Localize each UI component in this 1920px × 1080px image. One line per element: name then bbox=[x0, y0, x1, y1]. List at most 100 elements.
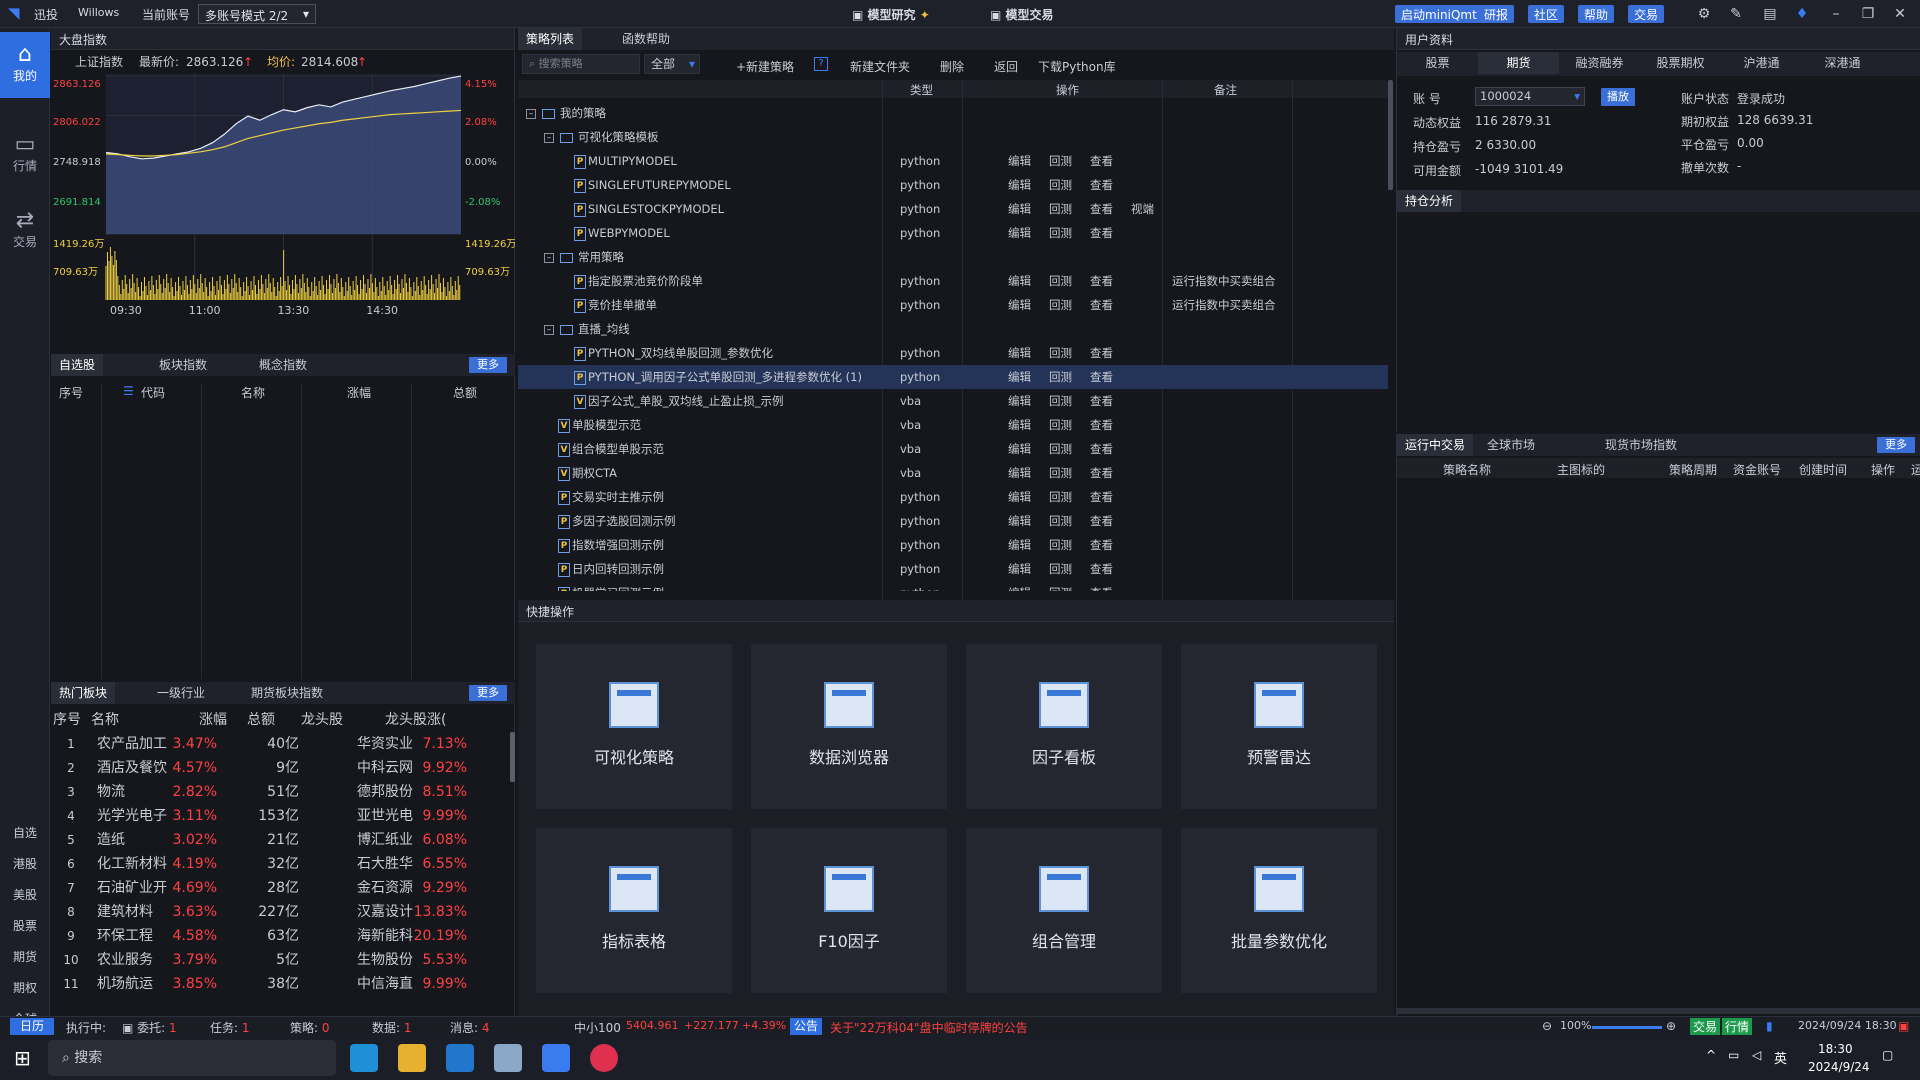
op-link[interactable]: 查看 bbox=[1090, 269, 1113, 293]
op-link[interactable]: 回测 bbox=[1049, 461, 1072, 485]
table-row[interactable]: 7 石油矿业开 4.69% 28亿 金石资源 9.29% bbox=[51, 876, 515, 900]
quick-card[interactable]: 组合管理 bbox=[966, 828, 1162, 993]
trade-button[interactable]: 交易 bbox=[1628, 5, 1665, 23]
data-status[interactable]: 数据: 1 bbox=[372, 1019, 412, 1036]
sidebar-item-trade[interactable]: ⇄ 交易 bbox=[0, 198, 50, 264]
op-link[interactable]: 查看 bbox=[1090, 149, 1113, 173]
account-select[interactable]: 1000024 ▾ bbox=[1475, 87, 1585, 106]
edit-icon[interactable]: ✎ bbox=[1726, 4, 1746, 24]
zoom-slider[interactable] bbox=[1592, 1026, 1662, 1029]
tab-model-research[interactable]: ▣ 模型研究 ✦ bbox=[852, 6, 930, 23]
edge-icon[interactable] bbox=[350, 1044, 378, 1072]
app-icon[interactable] bbox=[494, 1044, 522, 1072]
volume-icon[interactable]: ◁ bbox=[1752, 1048, 1761, 1062]
research-button[interactable]: 研报 bbox=[1478, 5, 1515, 23]
new-strategy-button[interactable]: +新建策略 bbox=[736, 58, 794, 75]
op-link[interactable]: 编辑 bbox=[1008, 197, 1031, 221]
op-link[interactable]: 查看 bbox=[1090, 221, 1113, 245]
file-explorer-icon[interactable] bbox=[398, 1044, 426, 1072]
op-link[interactable]: 查看 bbox=[1090, 293, 1113, 317]
op-link[interactable]: 回测 bbox=[1049, 293, 1072, 317]
calendar-button[interactable]: 日历 bbox=[10, 1018, 55, 1035]
h-scrollbar[interactable] bbox=[1397, 1008, 1920, 1014]
running-more-button[interactable]: 更多 bbox=[1877, 437, 1915, 453]
user-tab[interactable]: 沪港通 bbox=[1721, 52, 1802, 74]
table-row[interactable]: 5 造纸 3.02% 21亿 博汇纸业 6.08% bbox=[51, 828, 515, 852]
op-link[interactable]: 编辑 bbox=[1008, 413, 1031, 437]
strategy-row[interactable]: – 我的策略 bbox=[518, 101, 1388, 125]
op-link[interactable]: 查看 bbox=[1090, 437, 1113, 461]
hot-more-button[interactable]: 更多 bbox=[469, 685, 507, 701]
op-link[interactable]: 回测 bbox=[1049, 149, 1072, 173]
strategy-search-input[interactable]: ⌕ 搜索策略 bbox=[522, 54, 640, 74]
user-name[interactable]: Willows bbox=[78, 6, 119, 19]
quick-card[interactable]: 批量参数优化 bbox=[1181, 828, 1377, 993]
sidebar-hk[interactable]: 港股 bbox=[0, 849, 50, 879]
table-row[interactable]: 4 光学光电子 3.11% 153亿 亚世光电 9.99% bbox=[51, 804, 515, 828]
strategy-row[interactable]: P 指数增强回测示例 python 编辑 回测 查看 bbox=[518, 533, 1388, 557]
op-link[interactable]: 回测 bbox=[1049, 485, 1072, 509]
gear-icon[interactable]: ⚙ bbox=[1694, 4, 1714, 24]
op-link[interactable]: 回测 bbox=[1049, 413, 1072, 437]
windows-start-icon[interactable]: ⊞ bbox=[14, 1046, 31, 1070]
strategy-status[interactable]: 策略: 0 bbox=[290, 1019, 330, 1036]
op-link[interactable]: 编辑 bbox=[1008, 509, 1031, 533]
op-link[interactable]: 回测 bbox=[1049, 341, 1072, 365]
op-link[interactable]: 回测 bbox=[1049, 365, 1072, 389]
op-link[interactable]: 查看 bbox=[1090, 533, 1113, 557]
table-row[interactable]: 8 建筑材料 3.63% 227亿 汉嘉设计 13.83% bbox=[51, 900, 515, 924]
sidebar-us[interactable]: 美股 bbox=[0, 880, 50, 910]
collapse-icon[interactable]: – bbox=[526, 108, 536, 119]
sidebar-item-mine[interactable]: ⌂ 我的 bbox=[0, 32, 50, 98]
op-link[interactable]: 编辑 bbox=[1008, 269, 1031, 293]
op-link[interactable]: 回测 bbox=[1049, 509, 1072, 533]
quick-card[interactable]: 因子看板 bbox=[966, 644, 1162, 809]
op-link[interactable]: 编辑 bbox=[1008, 293, 1031, 317]
op-link[interactable]: 编辑 bbox=[1008, 581, 1031, 591]
op-link[interactable]: 回测 bbox=[1049, 269, 1072, 293]
order-status[interactable]: ▣ 委托: 1 bbox=[122, 1019, 177, 1036]
strategy-row[interactable]: P WEBPYMODEL python 编辑 回测 查看 bbox=[518, 221, 1388, 245]
zoom-in-icon[interactable]: ⊕ bbox=[1666, 1019, 1676, 1033]
close-icon[interactable]: ✕ bbox=[1890, 4, 1910, 24]
help-button[interactable]: 帮助 bbox=[1578, 5, 1615, 23]
sidebar-stock[interactable]: 股票 bbox=[0, 911, 50, 941]
op-link[interactable]: 编辑 bbox=[1008, 221, 1031, 245]
zoom-out-icon[interactable]: ⊖ bbox=[1542, 1019, 1552, 1033]
strategy-row[interactable]: V 期权CTA vba 编辑 回测 查看 bbox=[518, 461, 1388, 485]
notice-text[interactable]: 关于"22万科04"盘中临时停牌的公告 bbox=[830, 1019, 1028, 1036]
bind-button[interactable]: 播放 bbox=[1601, 88, 1635, 106]
op-link[interactable]: 查看 bbox=[1090, 341, 1113, 365]
table-row[interactable]: 3 物流 2.82% 51亿 德邦股份 8.51% bbox=[51, 780, 515, 804]
user-tab[interactable]: 期货 bbox=[1478, 52, 1559, 74]
op-link[interactable]: 编辑 bbox=[1008, 485, 1031, 509]
op-link[interactable]: 回测 bbox=[1049, 221, 1072, 245]
back-button[interactable]: 返回 bbox=[994, 58, 1018, 75]
shirt-icon[interactable]: ♦ bbox=[1792, 4, 1812, 24]
table-row[interactable]: 9 环保工程 4.58% 63亿 海新能科 20.19% bbox=[51, 924, 515, 948]
strategy-row[interactable]: P 交易实时主推示例 python 编辑 回测 查看 bbox=[518, 485, 1388, 509]
collapse-icon[interactable]: – bbox=[544, 252, 554, 263]
strategy-row[interactable]: P SINGLESTOCKPYMODEL python 编辑 回测 查看 视端 bbox=[518, 197, 1388, 221]
strategy-row[interactable]: – 直播_均线 bbox=[518, 317, 1388, 341]
start-miniqmt-button[interactable]: 启动miniQmt bbox=[1395, 5, 1483, 23]
op-link[interactable]: 回测 bbox=[1049, 389, 1072, 413]
taskbar-search[interactable]: ⌕ 搜索 bbox=[48, 1040, 336, 1076]
op-link[interactable]: 查看 bbox=[1090, 413, 1113, 437]
op-link[interactable]: 编辑 bbox=[1008, 341, 1031, 365]
table-row[interactable]: 1 农产品加工 3.47% 40亿 华资实业 7.13% bbox=[51, 732, 515, 756]
layout-icon[interactable]: ▤ bbox=[1760, 4, 1780, 24]
strategy-row[interactable]: P 指定股票池竞价阶段单 python 编辑 回测 查看 运行指数中买卖组合 bbox=[518, 269, 1388, 293]
user-tab[interactable]: 融资融券 bbox=[1559, 52, 1640, 74]
task-status[interactable]: 任务: 1 bbox=[210, 1019, 250, 1036]
strategy-row[interactable]: P 竞价挂单撤单 python 编辑 回测 查看 运行指数中买卖组合 bbox=[518, 293, 1388, 317]
strategy-row[interactable]: P机器学习回测示例 python 编辑 回测 查看 bbox=[518, 581, 1388, 591]
message-status[interactable]: 消息: 4 bbox=[450, 1019, 490, 1036]
tab-model-trading[interactable]: ▣ 模型交易 bbox=[990, 6, 1054, 23]
strategy-row[interactable]: P PYTHON_双均线单股回测_参数优化 python 编辑 回测 查看 bbox=[518, 341, 1388, 365]
help-icon[interactable]: ? bbox=[814, 57, 828, 71]
quick-card[interactable]: F10因子 bbox=[751, 828, 947, 993]
network-icon[interactable]: ▭ bbox=[1728, 1048, 1739, 1062]
sidebar-futures[interactable]: 期货 bbox=[0, 942, 50, 972]
tab-industry[interactable]: 一级行业 bbox=[149, 682, 213, 704]
